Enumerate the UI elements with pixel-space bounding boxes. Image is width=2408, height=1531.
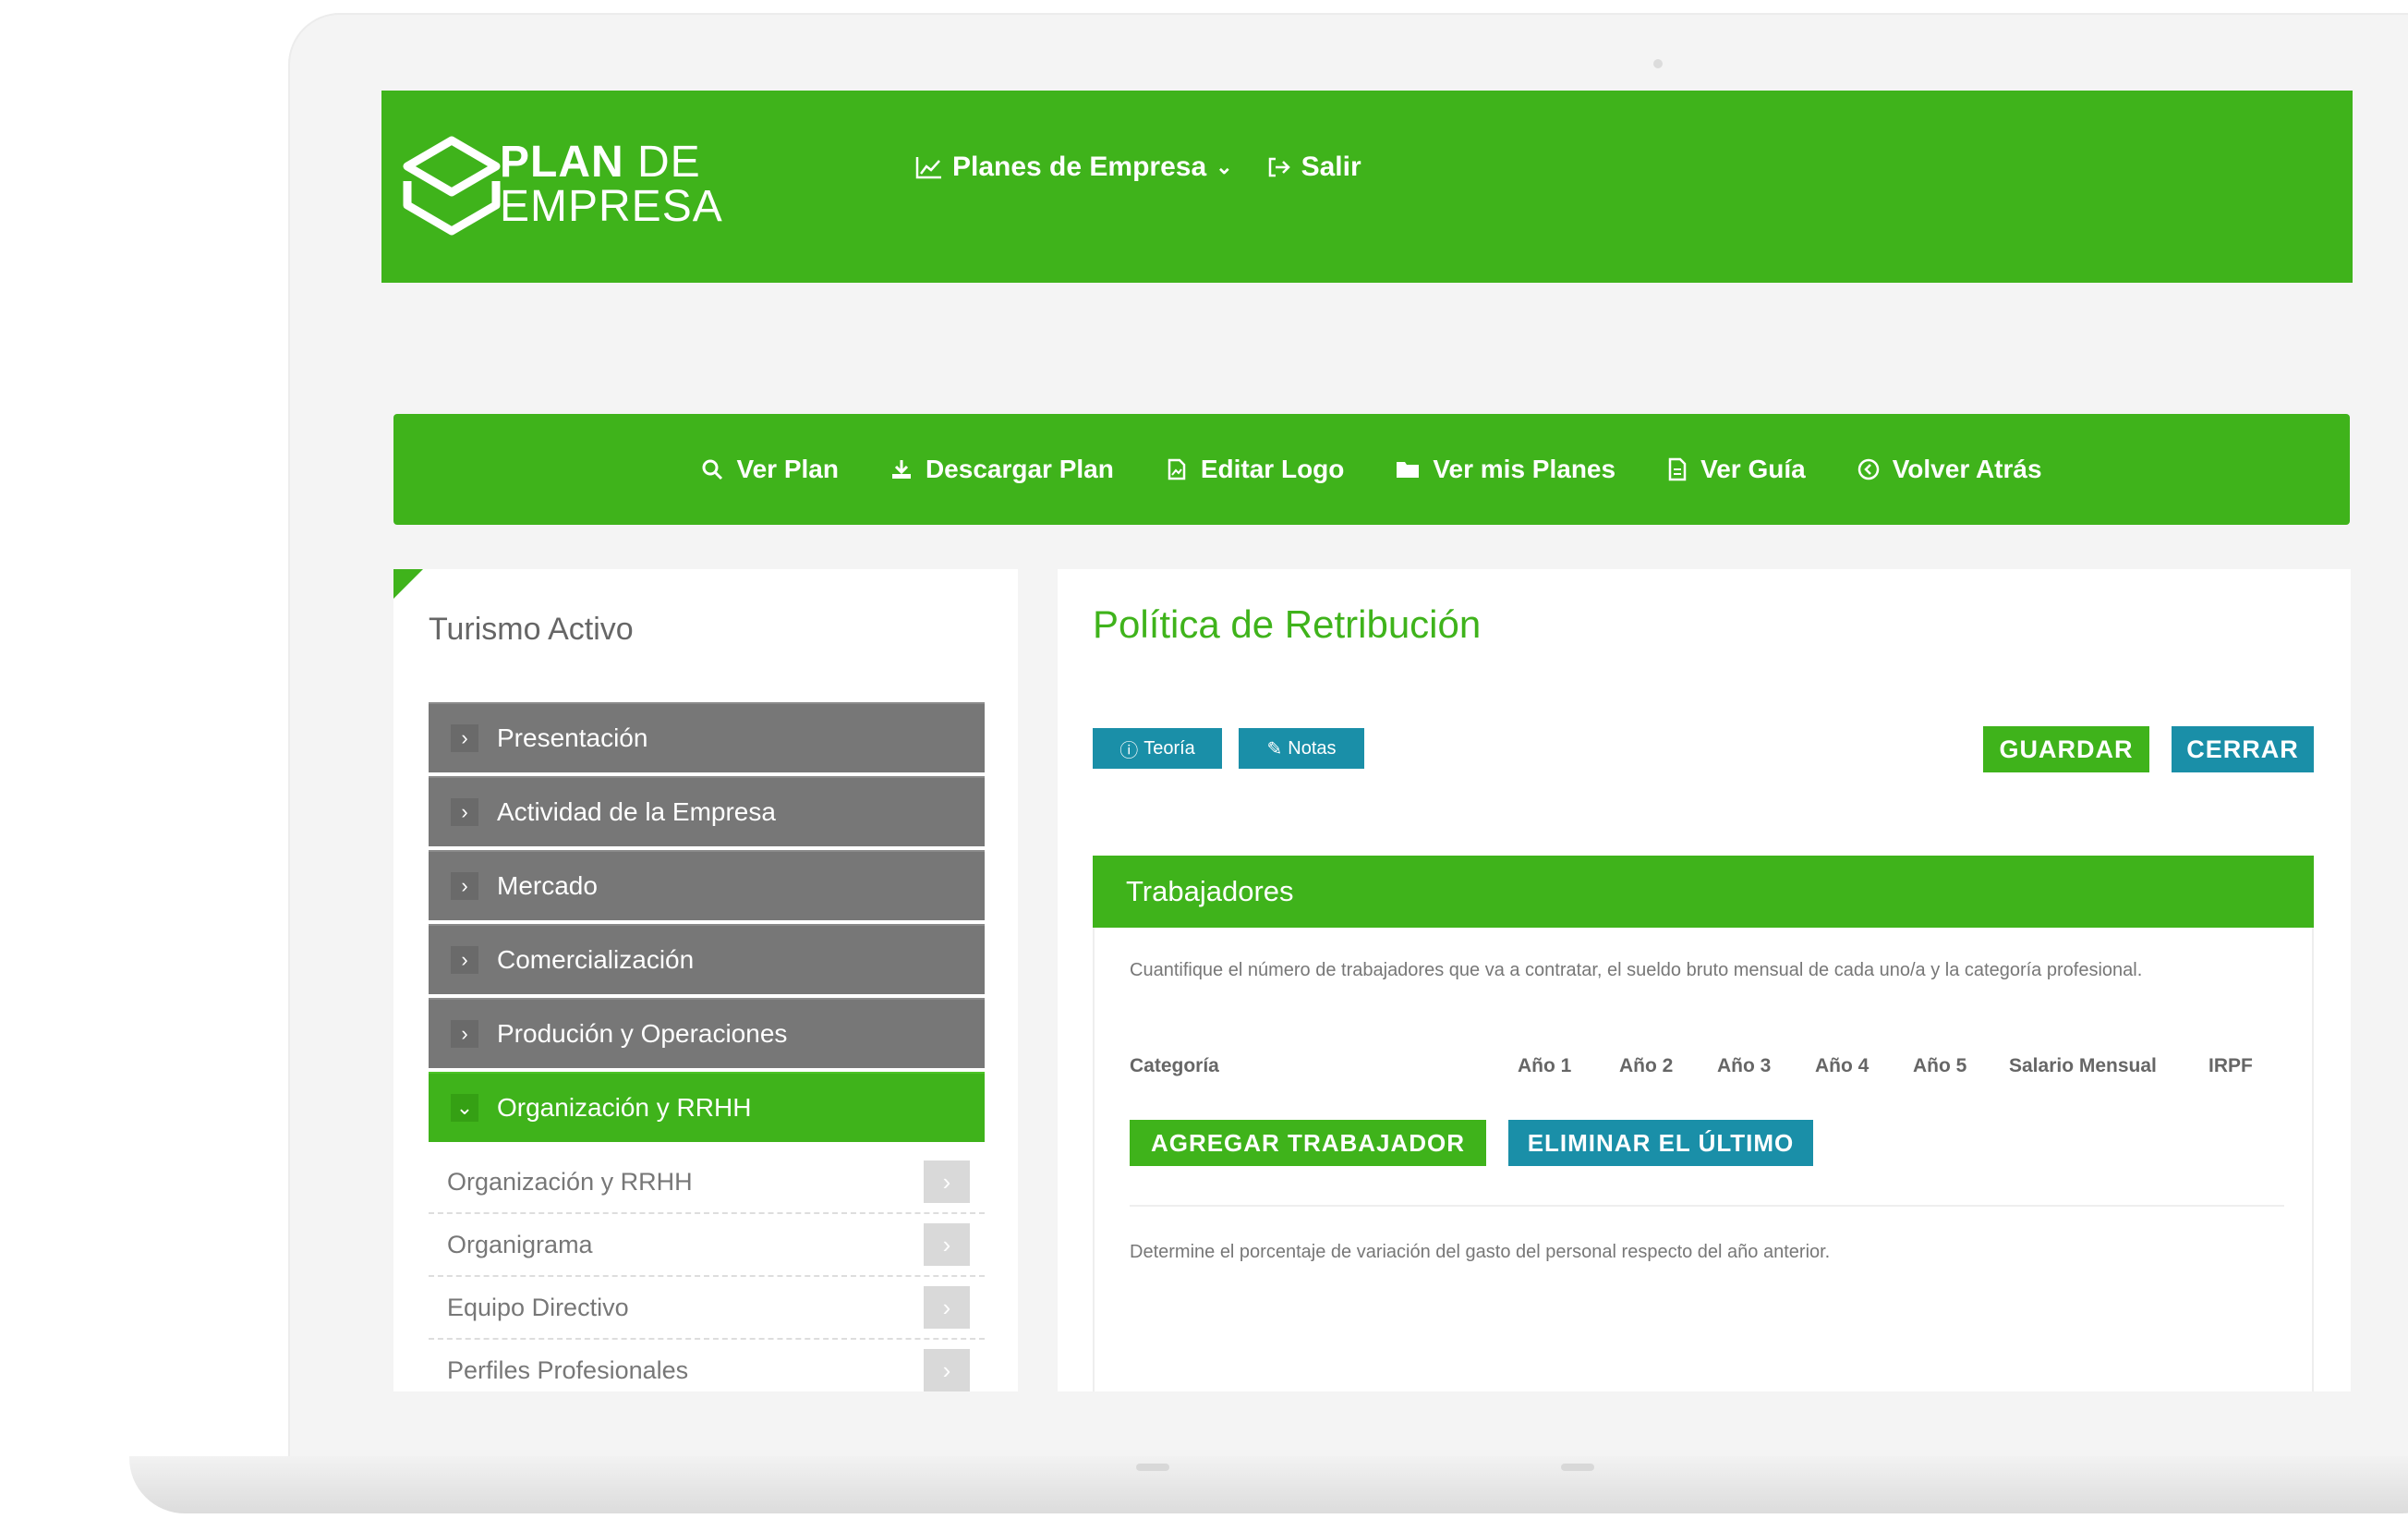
logo-mark-icon <box>403 136 501 236</box>
search-icon <box>702 459 723 480</box>
sidebar-submenu: Organización y RRHH › Organigrama › Equi… <box>429 1151 985 1391</box>
corner-accent <box>393 569 423 599</box>
remove-last-button[interactable]: ELIMINAR EL ÚLTIMO <box>1508 1120 1813 1166</box>
brand-bold: PLAN <box>500 138 624 187</box>
chevron-right-icon: › <box>451 946 478 974</box>
column-header: IRPF <box>2208 1055 2253 1076</box>
sign-out-icon <box>1268 157 1290 177</box>
notas-label: Notas <box>1288 737 1337 759</box>
close-button[interactable]: CERRAR <box>2172 726 2314 772</box>
my-plans-label: Ver mis Planes <box>1433 455 1616 483</box>
pencil-icon: ✎ <box>1266 738 1283 759</box>
action-bar: Ver Plan Descargar Plan Editar Logo Ver … <box>393 414 2350 525</box>
add-worker-button[interactable]: AGREGAR TRABAJADOR <box>1130 1120 1486 1166</box>
info-icon: ⓘ <box>1119 740 1139 761</box>
download-plan-button[interactable]: Descargar Plan <box>890 455 1114 484</box>
notas-button[interactable]: ✎ Notas <box>1239 728 1364 769</box>
sidebar-item-produccion[interactable]: › Produción y Operaciones <box>429 998 985 1068</box>
view-guide-label: Ver Guía <box>1700 455 1806 483</box>
sidebar-item-organizacion[interactable]: ⌄ Organización y RRHH <box>429 1072 985 1142</box>
sidebar-item-label: Actividad de la Empresa <box>497 797 776 826</box>
main-panel: Política de Retribución ⓘ Teoría ✎ Notas… <box>1058 569 2351 1391</box>
sidebar-menu: › Presentación › Actividad de la Empresa… <box>429 702 985 1391</box>
page-title: Política de Retribución <box>1093 602 1482 646</box>
edit-logo-label: Editar Logo <box>1200 455 1345 483</box>
chevron-right-icon: › <box>451 724 478 752</box>
divider <box>1130 1205 2284 1207</box>
column-header: Año 4 <box>1815 1055 1870 1076</box>
view-guide-button[interactable]: Ver Guía <box>1667 455 1806 484</box>
column-header: Salario Mensual <box>2009 1055 2157 1076</box>
sidebar-item-label: Presentación <box>497 723 648 752</box>
nav-logout[interactable]: Salir <box>1266 152 1361 183</box>
sidebar-item-mercado[interactable]: › Mercado <box>429 850 985 920</box>
submenu-item-label: Organización y RRHH <box>447 1167 693 1196</box>
chevron-right-icon: › <box>924 1349 970 1391</box>
submenu-item-label: Equipo Directivo <box>447 1293 629 1321</box>
section-description: Cuantifique el número de trabajadores qu… <box>1130 960 2143 980</box>
hinge-left <box>1136 1464 1169 1471</box>
image-icon <box>1168 458 1186 480</box>
submenu-item-label: Organigrama <box>447 1230 593 1258</box>
sidebar-item-label: Organización y RRHH <box>497 1093 752 1122</box>
column-header: Año 5 <box>1913 1055 1967 1076</box>
line-chart-icon <box>915 157 941 179</box>
view-plan-button[interactable]: Ver Plan <box>701 455 839 484</box>
chevron-right-icon: › <box>451 798 478 826</box>
brand-line-1: PLAN DE <box>500 137 701 188</box>
save-button[interactable]: GUARDAR <box>1983 726 2149 772</box>
chevron-right-icon: › <box>451 872 478 900</box>
column-header: Año 1 <box>1518 1055 1572 1076</box>
folder-icon <box>1397 462 1420 478</box>
brand-line-2: EMPRESA <box>500 182 723 231</box>
top-header: PLAN DE EMPRESA Planes de Empresa ⌄ Sali… <box>381 91 2353 283</box>
column-header: Categoría <box>1130 1055 1219 1076</box>
sidebar-panel: Turismo Activo › Presentación › Activida… <box>393 569 1018 1391</box>
chevron-right-icon: › <box>924 1223 970 1266</box>
sidebar-item-actividad[interactable]: › Actividad de la Empresa <box>429 776 985 846</box>
go-back-label: Volver Atrás <box>1892 455 2042 483</box>
chevron-down-icon: ⌄ <box>451 1094 478 1122</box>
teoria-label: Teoría <box>1143 737 1195 759</box>
download-plan-label: Descargar Plan <box>925 455 1114 483</box>
edit-logo-button[interactable]: Editar Logo <box>1166 455 1345 484</box>
nav-logout-label: Salir <box>1301 152 1361 182</box>
submenu-item[interactable]: Equipo Directivo › <box>429 1277 985 1340</box>
submenu-item-label: Perfiles Profesionales <box>447 1355 689 1384</box>
brand-light: DE <box>637 138 701 187</box>
chevron-right-icon: › <box>451 1020 478 1048</box>
top-nav: Planes de Empresa ⌄ Salir <box>915 152 1361 183</box>
download-icon <box>891 460 911 479</box>
go-back-button[interactable]: Volver Atrás <box>1857 455 2042 484</box>
nav-plans-label: Planes de Empresa <box>952 152 1207 182</box>
section-body: Cuantifique el número de trabajadores qu… <box>1093 928 2314 1391</box>
sidebar-item-label: Produción y Operaciones <box>497 1019 788 1048</box>
teoria-button[interactable]: ⓘ Teoría <box>1093 728 1222 769</box>
file-icon <box>1668 457 1687 481</box>
laptop-base <box>129 1456 2408 1513</box>
submenu-item[interactable]: Organización y RRHH › <box>429 1151 985 1214</box>
submenu-item[interactable]: Organigrama › <box>429 1214 985 1277</box>
sidebar-title: Turismo Activo <box>429 612 634 647</box>
sidebar-item-label: Mercado <box>497 871 598 900</box>
nav-plans-dropdown[interactable]: Planes de Empresa ⌄ <box>915 152 1233 183</box>
variation-description: Determine el porcentaje de variación del… <box>1130 1242 1831 1262</box>
submenu-item[interactable]: Perfiles Profesionales › <box>429 1340 985 1391</box>
back-circle-icon <box>1857 458 1879 480</box>
sidebar-item-label: Comercialización <box>497 945 695 974</box>
camera-dot <box>1653 59 1663 68</box>
column-header: Año 2 <box>1619 1055 1674 1076</box>
column-header: Año 3 <box>1717 1055 1772 1076</box>
sidebar-item-comercializacion[interactable]: › Comercialización <box>429 924 985 994</box>
my-plans-button[interactable]: Ver mis Planes <box>1396 455 1615 484</box>
hinge-right <box>1561 1464 1594 1471</box>
section-header: Trabajadores <box>1093 856 2314 928</box>
view-plan-label: Ver Plan <box>736 455 839 483</box>
sidebar-item-presentacion[interactable]: › Presentación <box>429 702 985 772</box>
chevron-right-icon: › <box>924 1160 970 1203</box>
chevron-down-icon: ⌄ <box>1216 155 1233 178</box>
chevron-right-icon: › <box>924 1286 970 1329</box>
